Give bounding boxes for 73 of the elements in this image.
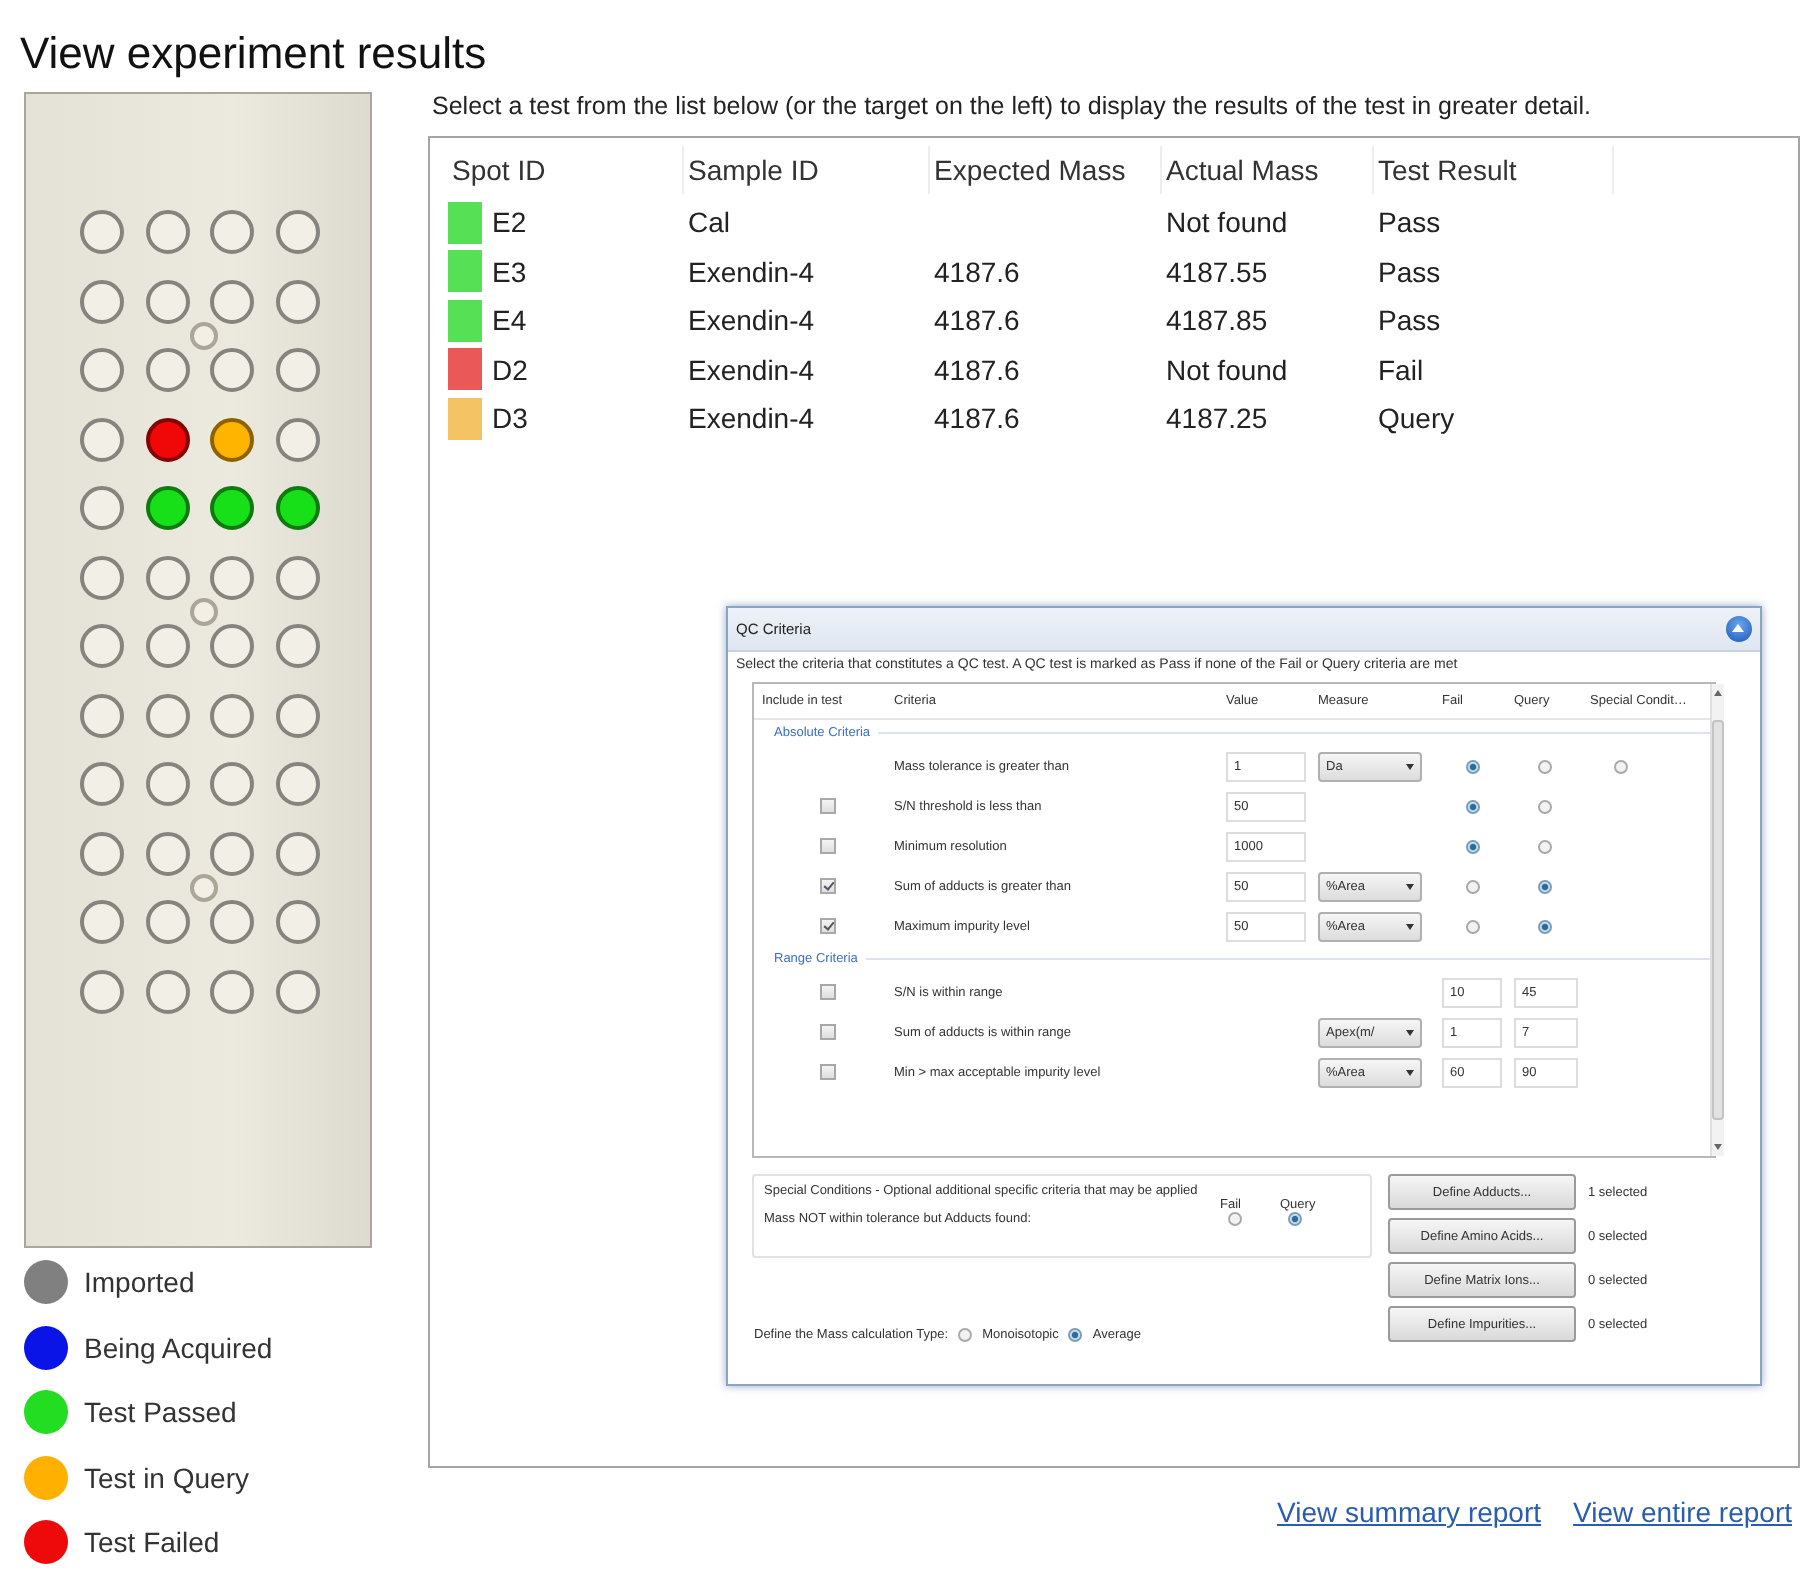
radio-button[interactable] — [1466, 919, 1480, 933]
plate-well[interactable] — [145, 486, 189, 530]
scroll-up-icon[interactable] — [1714, 690, 1722, 696]
legend-label: Test Passed — [84, 1396, 237, 1428]
table-cell-text: 4187.6 — [932, 402, 1022, 435]
column-header[interactable]: Spot ID — [448, 146, 684, 194]
legend-label: Imported — [84, 1266, 195, 1298]
radio-button[interactable] — [958, 1328, 973, 1342]
table-cell-text: Exendin-4 — [686, 304, 817, 337]
checkbox[interactable] — [820, 1024, 836, 1040]
plate-well[interactable] — [210, 417, 254, 461]
scroll-thumb[interactable] — [1712, 720, 1724, 1120]
table-cell-text: E2 — [490, 206, 527, 239]
checkbox[interactable] — [820, 798, 836, 814]
plate-well[interactable] — [210, 486, 254, 530]
table-cell-text: Pass — [1376, 304, 1443, 337]
legend-label: Being Acquired — [84, 1331, 273, 1363]
column-header[interactable]: Actual Mass — [1162, 146, 1374, 194]
plate-well[interactable] — [145, 417, 189, 461]
report-link[interactable]: View summary report — [1277, 1496, 1542, 1528]
radio-button[interactable] — [1288, 1212, 1302, 1226]
radio-button[interactable] — [1466, 759, 1480, 773]
radio-button[interactable] — [1228, 1212, 1242, 1226]
radio-button[interactable] — [1538, 879, 1552, 893]
table-cell-text: Exendin-4 — [686, 402, 817, 435]
table-cell-text: D3 — [490, 402, 528, 435]
scrollbar[interactable] — [1710, 684, 1724, 1156]
table-cell-text: 4187.6 — [932, 353, 1022, 386]
radio-button[interactable] — [1538, 839, 1552, 853]
table-cell-text: Pass — [1376, 255, 1443, 288]
table-cell-text: E3 — [490, 255, 527, 288]
table-cell-text: Cal — [686, 206, 733, 239]
small-well — [190, 598, 218, 626]
table-cell-text: Not found — [1164, 353, 1290, 386]
instruction-text: Select a test from the list below (or the target on the left) to display the results of the test in greater detail. — [432, 92, 1593, 124]
checkbox[interactable] — [820, 1064, 836, 1080]
checkbox[interactable] — [820, 878, 836, 894]
radio-button[interactable] — [1466, 879, 1480, 893]
table-cell-text: Fail — [1376, 353, 1426, 386]
checkbox[interactable] — [820, 984, 836, 1000]
radio-button[interactable] — [1068, 1328, 1083, 1342]
scroll-down-icon[interactable] — [1714, 1144, 1722, 1150]
radio-button[interactable] — [1614, 759, 1628, 773]
collapse-icon[interactable] — [1726, 616, 1752, 642]
legend-label: Test in Query — [84, 1461, 249, 1493]
table-cell-text: 4187.55 — [1164, 255, 1270, 288]
table-cell-text: 4187.85 — [1164, 304, 1270, 337]
report-link[interactable]: View entire report — [1573, 1496, 1792, 1528]
table-cell-text: D2 — [490, 353, 528, 386]
table-cell-text: 4187.6 — [932, 255, 1022, 288]
legend-label: Test Failed — [84, 1526, 220, 1558]
page-title: View experiment results — [18, 26, 487, 82]
checkbox[interactable] — [820, 918, 836, 934]
table-cell-text: Exendin-4 — [686, 255, 817, 288]
radio-button[interactable] — [1538, 919, 1552, 933]
column-header[interactable]: Test Result — [1374, 146, 1614, 194]
radio-button[interactable] — [1538, 759, 1552, 773]
table-cell-text: 4187.25 — [1164, 402, 1270, 435]
table-cell-text: Pass — [1376, 206, 1443, 239]
radio-button[interactable] — [1538, 799, 1552, 813]
table-cell-text: Query — [1376, 402, 1457, 435]
radio-button[interactable] — [1466, 839, 1480, 853]
small-well — [190, 874, 218, 902]
table-cell-text: E4 — [490, 304, 527, 337]
column-header[interactable]: Expected Mass — [930, 146, 1162, 194]
radio-button[interactable] — [1466, 799, 1480, 813]
small-well — [190, 322, 218, 350]
column-header[interactable]: Sample ID — [684, 146, 930, 194]
table-cell-text: Not found — [1164, 206, 1290, 239]
plate-well[interactable] — [275, 486, 319, 530]
table-cell-text: 4187.6 — [932, 304, 1022, 337]
table-cell-text: Exendin-4 — [686, 353, 817, 386]
checkbox[interactable] — [820, 838, 836, 854]
